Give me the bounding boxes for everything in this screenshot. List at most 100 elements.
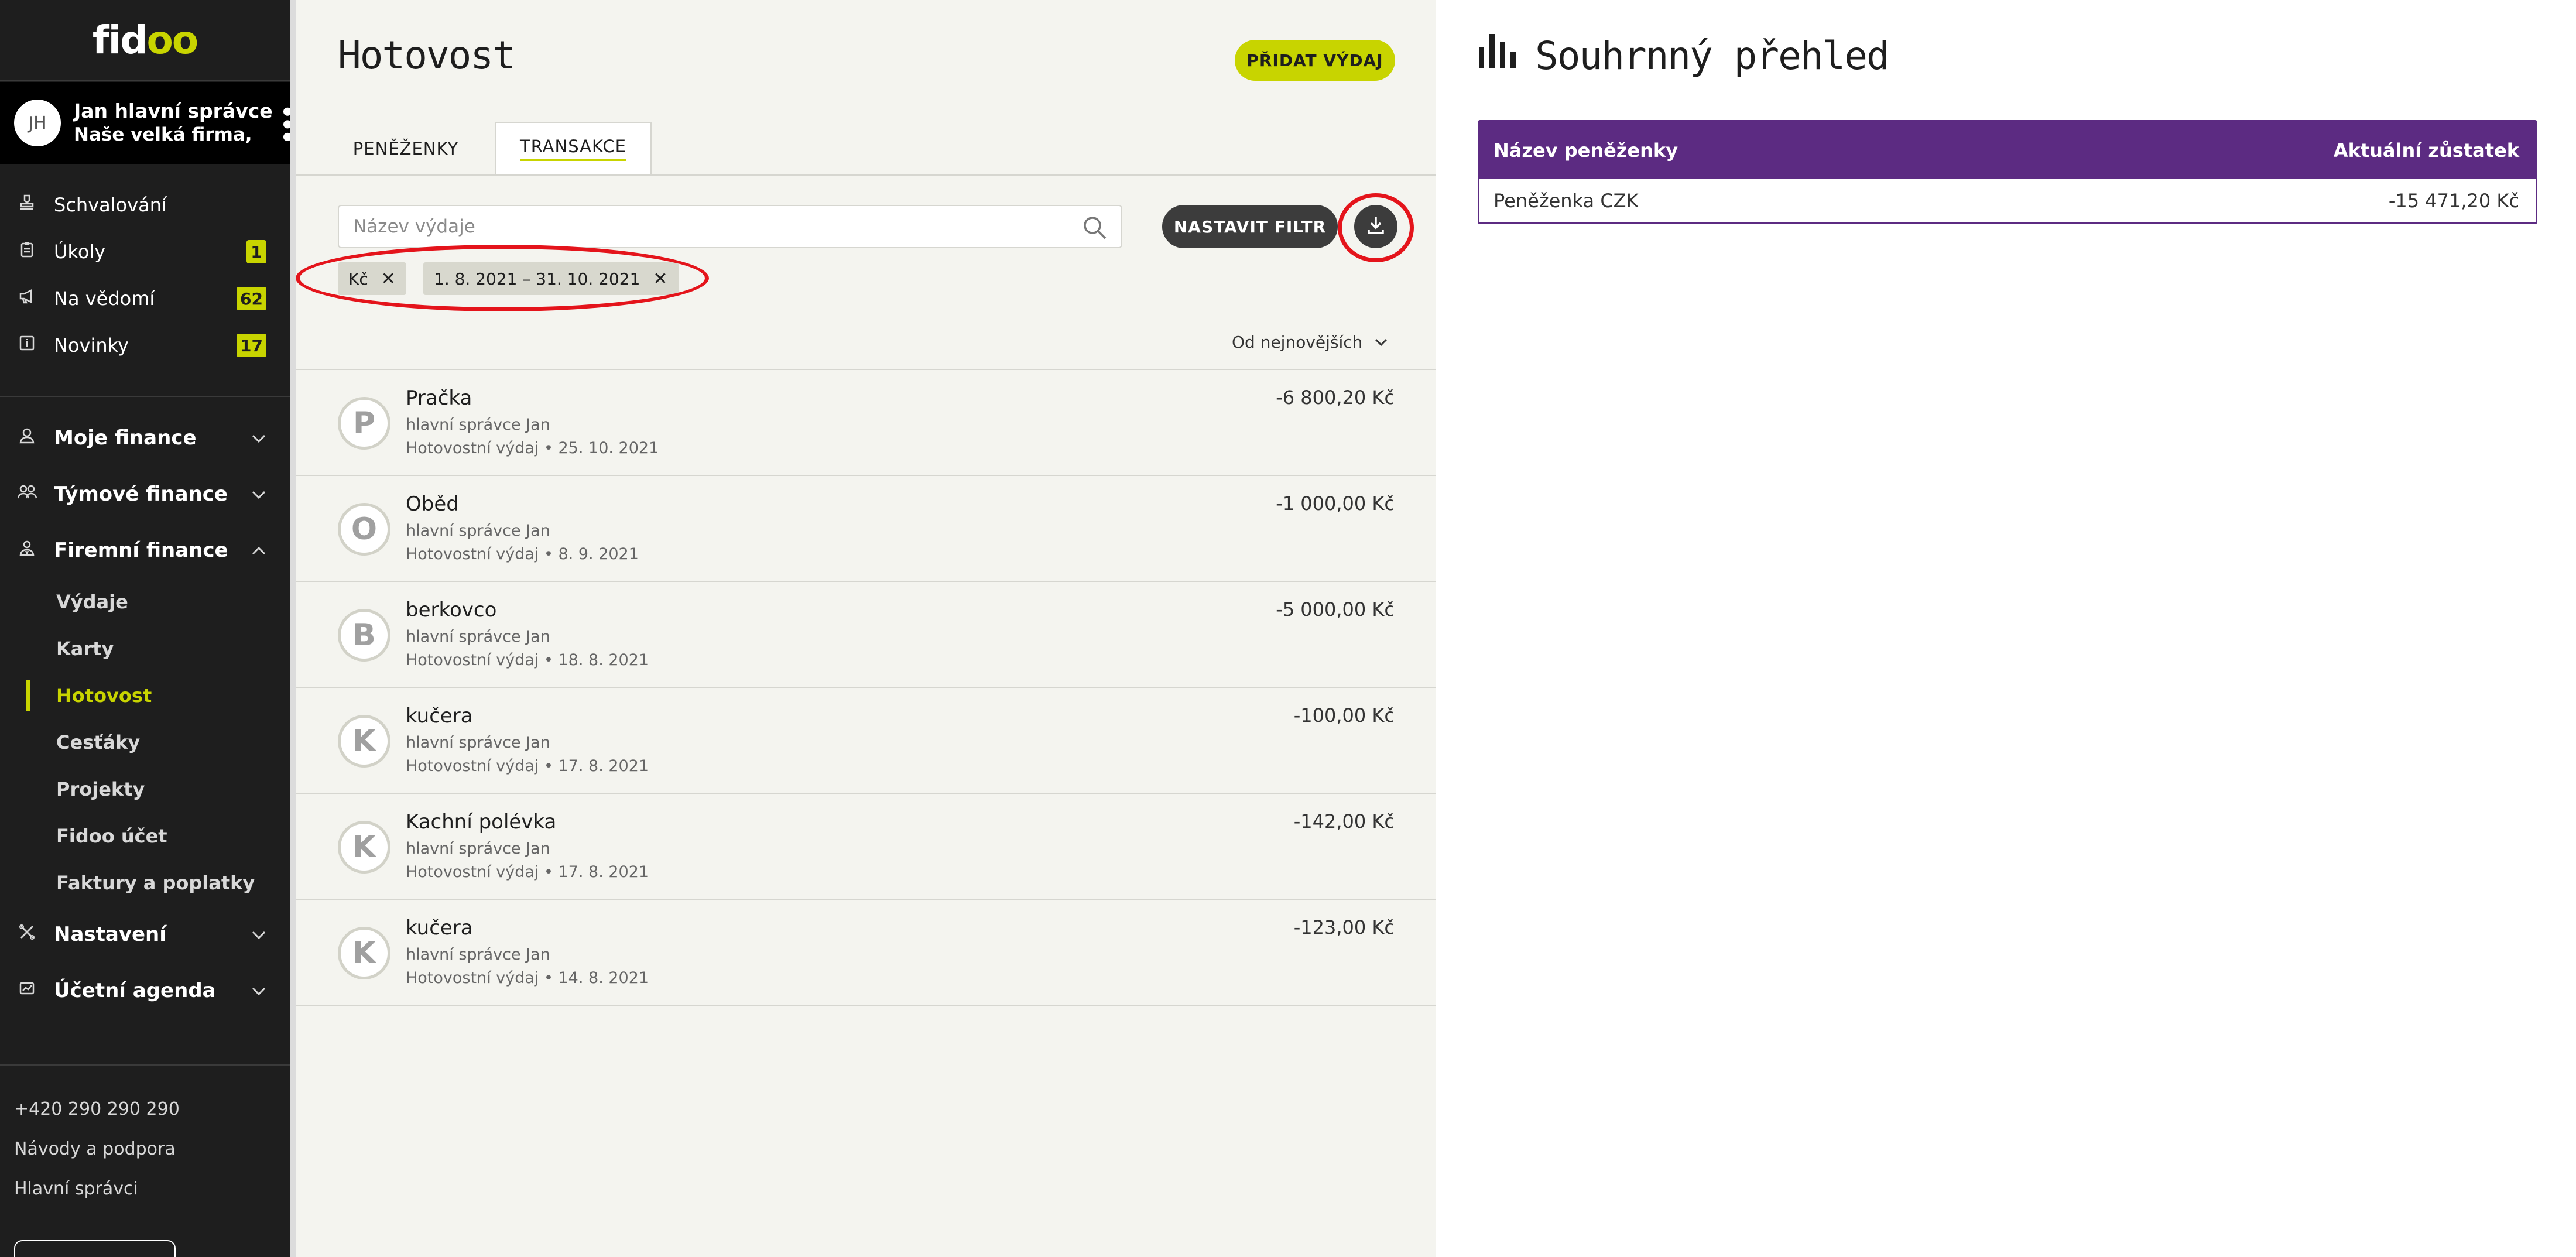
- summary-panel: Souhrnný přehled Název peněženky Aktuáln…: [1436, 0, 2576, 1257]
- user-name: Jan hlavní správce: [74, 100, 273, 122]
- avatar: B: [338, 609, 390, 662]
- avatar: K: [338, 715, 390, 768]
- transaction-meta: Hotovostní výdaj • 18. 8. 2021: [406, 651, 649, 669]
- table-row[interactable]: P Pračka hlavní správce Jan Hotovostní v…: [296, 370, 1436, 476]
- tab-transakce[interactable]: TRANSAKCE: [495, 122, 652, 176]
- sidebar-footer: +420 290 290 290 Návody a podpora Hlavní…: [0, 1089, 290, 1208]
- transaction-user: hlavní správce Jan: [406, 628, 550, 646]
- megaphone-icon: [14, 287, 40, 310]
- transaction-amount: -6 800,20 Kč: [1276, 386, 1395, 409]
- transaction-meta: Hotovostní výdaj • 25. 10. 2021: [406, 439, 659, 457]
- search-input[interactable]: [339, 206, 1042, 247]
- sidebar-sub-fidoo-ucet[interactable]: Fidoo účet: [0, 813, 290, 859]
- table-row[interactable]: B berkovco hlavní správce Jan Hotovostní…: [296, 582, 1436, 688]
- logo[interactable]: fidoo: [0, 0, 290, 81]
- help-link[interactable]: Návody a podpora: [14, 1129, 290, 1169]
- avatar: P: [338, 397, 390, 450]
- table-row[interactable]: O Oběd hlavní správce Jan Hotovostní výd…: [296, 476, 1436, 582]
- chevron-down-icon: [251, 484, 266, 505]
- transaction-meta: Hotovostní výdaj • 17. 8. 2021: [406, 863, 649, 881]
- table-row[interactable]: K kučera hlavní správce Jan Hotovostní v…: [296, 688, 1436, 794]
- sidebar-item-ucetni-agenda[interactable]: Účetní agenda: [0, 963, 290, 1019]
- nav-main: Moje finance Týmové finance Firemní fina…: [0, 410, 290, 1019]
- sidebar-item-na-vedomi[interactable]: Na vědomí 62: [0, 275, 290, 322]
- clipboard-icon: [14, 241, 40, 263]
- company-user-icon: [14, 539, 40, 561]
- transaction-meta: Hotovostní výdaj • 17. 8. 2021: [406, 757, 649, 775]
- user-company: Naše velká firma, ...: [74, 124, 255, 145]
- transaction-meta: Hotovostní výdaj • 14. 8. 2021: [406, 969, 649, 987]
- tab-penezenky[interactable]: PENĚŽENKY: [341, 122, 470, 176]
- highlight-ring: [1338, 193, 1414, 262]
- tools-icon: [14, 923, 40, 946]
- user-icon: [14, 427, 40, 449]
- news-badge: 17: [237, 334, 266, 357]
- search-box: [338, 205, 1122, 248]
- sidebar-scrollbar[interactable]: [290, 0, 296, 1257]
- sidebar-sub-faktury[interactable]: Faktury a poplatky: [0, 859, 290, 906]
- chevron-down-icon: [1374, 334, 1388, 351]
- sidebar-item-novinky[interactable]: Novinky 17: [0, 322, 290, 369]
- accounting-icon: [14, 979, 40, 1002]
- avatar: K: [338, 927, 390, 979]
- fidoo-logo: fidoo: [92, 17, 198, 63]
- column-current-balance: Aktuální zůstatek: [2333, 139, 2519, 162]
- transaction-amount: -123,00 Kč: [1293, 916, 1395, 939]
- summary-title: Souhrnný přehled: [1478, 33, 1890, 78]
- sidebar-item-nastaveni[interactable]: Nastavení: [0, 906, 290, 963]
- admins-link[interactable]: Hlavní správci: [14, 1169, 290, 1208]
- transaction-user: hlavní správce Jan: [406, 840, 550, 858]
- table-row[interactable]: K kučera hlavní správce Jan Hotovostní v…: [296, 900, 1436, 1006]
- transaction-amount: -100,00 Kč: [1293, 704, 1395, 727]
- sidebar-item-firemni-finance[interactable]: Firemní finance: [0, 522, 290, 578]
- sidebar-item-ukoly[interactable]: Úkoly 1: [0, 228, 290, 275]
- wallet-summary-table: Název peněženky Aktuální zůstatek Peněže…: [1478, 120, 2537, 224]
- transaction-amount: -142,00 Kč: [1293, 810, 1395, 833]
- notices-badge: 62: [237, 287, 266, 310]
- transaction-title: Pračka: [406, 386, 472, 410]
- sidebar-sub-cestaky[interactable]: Cesťáky: [0, 719, 290, 766]
- table-header: Název peněženky Aktuální zůstatek: [1479, 122, 2536, 179]
- chevron-down-icon: [251, 981, 266, 1001]
- transaction-user: hlavní správce Jan: [406, 416, 550, 434]
- divider: [0, 1064, 290, 1066]
- sidebar-item-tymove-finance[interactable]: Týmové finance: [0, 466, 290, 522]
- team-icon: [14, 483, 40, 505]
- wallet-name: Peněženka CZK: [1493, 190, 1639, 212]
- sidebar-sub-karty[interactable]: Karty: [0, 625, 290, 672]
- column-wallet-name: Název peněženky: [1493, 139, 1678, 162]
- highlight-ring: [296, 245, 709, 311]
- sidebar-item-schvalovani[interactable]: Schvalování: [0, 181, 290, 228]
- transaction-title: kučera: [406, 916, 473, 940]
- sidebar-sub-vydaje[interactable]: Výdaje: [0, 578, 290, 625]
- transaction-title: Kachní polévka: [406, 810, 557, 834]
- footer-button[interactable]: [14, 1240, 176, 1257]
- avatar: K: [338, 821, 390, 874]
- sidebar-sub-projekty[interactable]: Projekty: [0, 766, 290, 813]
- transaction-title: berkovco: [406, 598, 497, 622]
- table-row[interactable]: Peněženka CZK -15 471,20 Kč: [1479, 179, 2536, 222]
- transaction-user: hlavní správce Jan: [406, 946, 550, 964]
- transaction-meta: Hotovostní výdaj • 8. 9. 2021: [406, 545, 639, 563]
- chevron-up-icon: [251, 540, 266, 561]
- tabs-divider: [296, 174, 1436, 176]
- transaction-title: Oběd: [406, 492, 459, 516]
- sidebar-sub-hotovost[interactable]: Hotovost: [0, 672, 290, 719]
- transaction-title: kučera: [406, 704, 473, 728]
- sort-dropdown[interactable]: Od nejnovějších: [1232, 333, 1388, 352]
- chevron-down-icon: [251, 924, 266, 945]
- transaction-amount: -1 000,00 Kč: [1276, 492, 1395, 515]
- table-row[interactable]: K Kachní polévka hlavní správce Jan Hoto…: [296, 794, 1436, 900]
- chevron-down-icon: [251, 428, 266, 448]
- bar-chart-icon: [1478, 33, 1535, 78]
- add-expense-button[interactable]: PŘIDAT VÝDAJ: [1235, 40, 1395, 81]
- wallet-balance: -15 471,20 Kč: [2388, 190, 2519, 212]
- sidebar-item-moje-finance[interactable]: Moje finance: [0, 410, 290, 466]
- set-filter-button[interactable]: NASTAVIT FILTR: [1162, 205, 1338, 248]
- divider: [0, 396, 290, 397]
- transaction-list: P Pračka hlavní správce Jan Hotovostní v…: [296, 369, 1436, 1006]
- support-phone[interactable]: +420 290 290 290: [14, 1089, 290, 1129]
- user-profile[interactable]: JH Jan hlavní správce Naše velká firma, …: [0, 82, 296, 164]
- sidebar: fidoo JH Jan hlavní správce Naše velká f…: [0, 0, 296, 1257]
- search-icon[interactable]: [1081, 214, 1108, 244]
